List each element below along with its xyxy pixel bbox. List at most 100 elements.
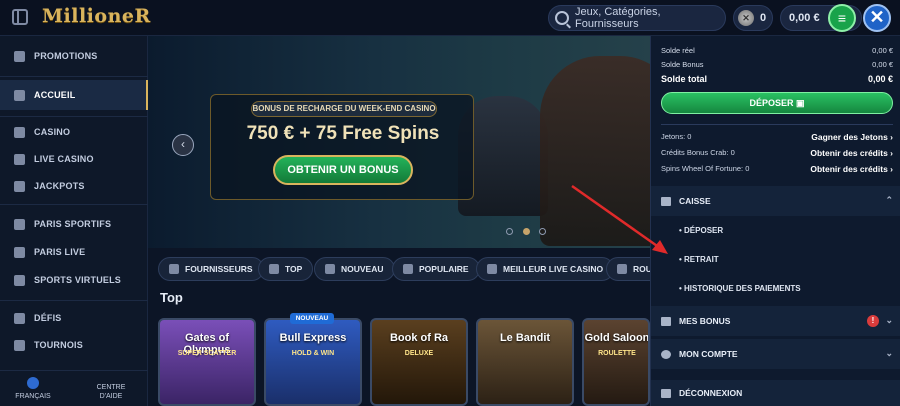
search-input[interactable]: Jeux, Catégories, Fournisseurs xyxy=(548,5,726,31)
filter-label: TOP xyxy=(285,264,303,274)
trophy-icon xyxy=(14,339,25,351)
lightning-icon xyxy=(325,264,335,274)
filter-label: NOUVEAU xyxy=(341,264,384,274)
link-label: Obtenir des crédits xyxy=(810,148,888,158)
game-tile[interactable]: Le Bandit xyxy=(476,318,574,406)
filter-label: MEILLEUR LIVE CASINO xyxy=(503,264,604,274)
wallet-icon[interactable]: ≡ xyxy=(828,4,856,32)
spade-icon xyxy=(14,126,25,138)
sidebar-item-live-casino[interactable]: LIVE CASINO xyxy=(0,145,148,173)
chip-icon xyxy=(14,153,25,165)
game-title: Book of Ra xyxy=(389,332,449,344)
game-tile[interactable]: Bull Express HOLD & WIN xyxy=(264,318,362,406)
balance-label: Solde total xyxy=(661,74,708,84)
filter-fournisseurs[interactable]: FOURNISSEURS xyxy=(158,257,264,281)
sidebar-item-label: TOURNOIS xyxy=(34,340,83,350)
promo-banner: ‹ BONUS DE RECHARGE DU WEEK-END CASINO 7… xyxy=(148,36,650,248)
game-tile[interactable]: Gates of Olympus SUPER SCATTER xyxy=(158,318,256,406)
alert-icon: ! xyxy=(867,315,879,327)
divider xyxy=(0,204,148,205)
sidebar-item-defis[interactable]: DÉFIS xyxy=(0,304,148,332)
sidebar-item-label: PROMOTIONS xyxy=(34,51,98,61)
category-filters: FOURNISSEURS TOP NOUVEAU POPULAIRE MEILL… xyxy=(148,254,650,284)
sidebar-item-accueil[interactable]: ACCUEIL xyxy=(0,80,148,110)
sidebar-toggle-icon[interactable] xyxy=(12,9,28,25)
get-bonus-button[interactable]: OBTENIR UN BONUS xyxy=(273,155,413,185)
help-center-link[interactable]: CENTRE D'AIDE xyxy=(86,383,136,401)
game-title: Le Bandit xyxy=(499,332,551,344)
providers-icon xyxy=(169,264,179,274)
game-subtitle: SUPER SCATTER xyxy=(177,350,237,357)
filter-roulette[interactable]: ROU xyxy=(606,257,650,281)
deposit-button[interactable]: DÉPOSER ▣ xyxy=(661,92,893,114)
sidebar-item-casino[interactable]: CASINO xyxy=(0,118,148,146)
section-mes-bonus[interactable]: MES BONUS! ⌄ xyxy=(651,306,900,336)
game-subtitle: DELUXE xyxy=(404,350,434,357)
crown-icon xyxy=(269,264,279,274)
sidebar-item-label: PARIS LIVE xyxy=(34,247,86,257)
carousel-dot[interactable] xyxy=(506,228,513,235)
search-icon xyxy=(555,11,569,25)
chevron-down-icon: ⌄ xyxy=(885,315,893,325)
get-credits-link[interactable]: Obtenir des crédits › xyxy=(810,164,893,174)
earn-tokens-link[interactable]: Gagner des Jetons › xyxy=(811,132,893,142)
game-title: Bull Express xyxy=(279,332,347,344)
sidebar-item-paris-sportifs[interactable]: PARIS SPORTIFS xyxy=(0,210,148,238)
section-label: MON COMPTE xyxy=(679,349,738,359)
sidebar: PROMOTIONS ACCUEIL CASINO LIVE CASINO JA… xyxy=(0,36,148,406)
menu-item-deposer[interactable]: • DÉPOSER xyxy=(679,226,723,235)
game-title: Gold Saloon xyxy=(584,332,650,344)
filter-top[interactable]: TOP xyxy=(258,257,314,281)
roulette-icon xyxy=(617,264,627,274)
search-placeholder: Jeux, Catégories, Fournisseurs xyxy=(575,6,661,30)
info-row-jetons: Jetons: 0 Gagner des Jetons › xyxy=(661,132,893,142)
balance-label: Solde Bonus xyxy=(661,60,704,69)
section-caisse[interactable]: CAISSE ⌃ xyxy=(651,186,900,216)
menu-item-historique[interactable]: • HISTORIQUE DES PAIEMENTS xyxy=(679,284,801,293)
section-title: Top xyxy=(160,290,183,305)
sidebar-item-promotions[interactable]: PROMOTIONS xyxy=(0,42,148,70)
gift-icon xyxy=(661,316,671,326)
chevron-left-icon[interactable]: ‹ xyxy=(172,134,194,156)
close-icon[interactable]: ✕ xyxy=(863,4,891,32)
filter-label: FOURNISSEURS xyxy=(185,264,253,274)
section-label: CAISSE xyxy=(679,196,711,206)
deposit-label: DÉPOSER xyxy=(749,98,794,108)
game-tile[interactable]: Book of Ra DELUXE xyxy=(370,318,468,406)
carousel-dot-active[interactable] xyxy=(523,228,530,235)
tokens-badge[interactable]: ✕ 0 xyxy=(733,5,773,31)
sidebar-item-sports-virtuels[interactable]: SPORTS VIRTUELS xyxy=(0,266,148,294)
carousel-dot[interactable] xyxy=(539,228,546,235)
filter-meilleur-live-casino[interactable]: MEILLEUR LIVE CASINO xyxy=(476,257,615,281)
crown-icon xyxy=(487,264,497,274)
section-mon-compte[interactable]: MON COMPTE ⌄ xyxy=(651,339,900,369)
football-icon xyxy=(14,218,25,230)
language-selector[interactable]: FRANÇAIS xyxy=(8,377,58,400)
game-tile[interactable]: Gold Saloon ROULETTE xyxy=(582,318,650,406)
sidebar-item-label: SPORTS VIRTUELS xyxy=(34,275,122,285)
filter-populaire[interactable]: POPULAIRE xyxy=(392,257,480,281)
get-credits-link[interactable]: Obtenir des crédits › xyxy=(810,148,893,158)
filter-nouveau[interactable]: NOUVEAU xyxy=(314,257,395,281)
sidebar-item-label: PARIS SPORTIFS xyxy=(34,219,112,229)
sidebar-item-tournois[interactable]: TOURNOIS xyxy=(0,331,148,359)
globe-icon xyxy=(27,377,39,389)
sidebar-item-label: JACKPOTS xyxy=(34,181,85,191)
divider xyxy=(0,76,148,77)
game-subtitle: ROULETTE xyxy=(598,350,636,357)
balance-value: 0,00 € xyxy=(789,12,820,24)
sidebar-item-label: CASINO xyxy=(34,127,71,137)
sidebar-item-label: ACCUEIL xyxy=(34,90,76,100)
menu-item-label: DÉPOSER xyxy=(684,226,724,235)
sidebar-item-label: LIVE CASINO xyxy=(34,154,94,164)
menu-item-retrait[interactable]: • RETRAIT xyxy=(679,255,719,264)
sidebar-item-paris-live[interactable]: PARIS LIVE xyxy=(0,238,148,266)
balance-row-total: Solde total 0,00 € xyxy=(661,74,893,84)
balance-amount: 0,00 € xyxy=(872,46,893,55)
swords-icon xyxy=(14,312,25,324)
language-label: FRANÇAIS xyxy=(15,393,51,400)
sidebar-item-jackpots[interactable]: JACKPOTS xyxy=(0,172,148,200)
filter-label: ROU xyxy=(633,264,650,274)
logout-button[interactable]: DÉCONNEXION xyxy=(651,380,900,406)
logo[interactable]: MillioneR xyxy=(42,5,151,27)
